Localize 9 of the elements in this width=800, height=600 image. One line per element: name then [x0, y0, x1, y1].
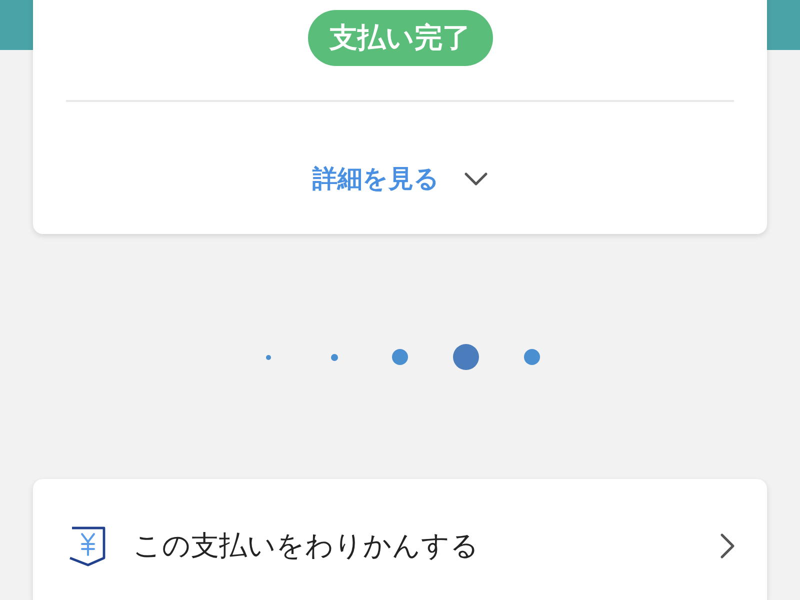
page-dot[interactable]	[330, 354, 338, 360]
chevron-down-icon	[464, 172, 488, 186]
page-dot[interactable]	[266, 354, 270, 360]
page-dot[interactable]	[524, 349, 540, 365]
status-badge: 支払い完了	[308, 10, 492, 66]
split-payment-row[interactable]: この支払いをわりかんする	[33, 479, 767, 567]
page-dot[interactable]	[453, 344, 479, 370]
chevron-right-icon	[720, 533, 735, 559]
page-dot[interactable]	[392, 349, 408, 365]
